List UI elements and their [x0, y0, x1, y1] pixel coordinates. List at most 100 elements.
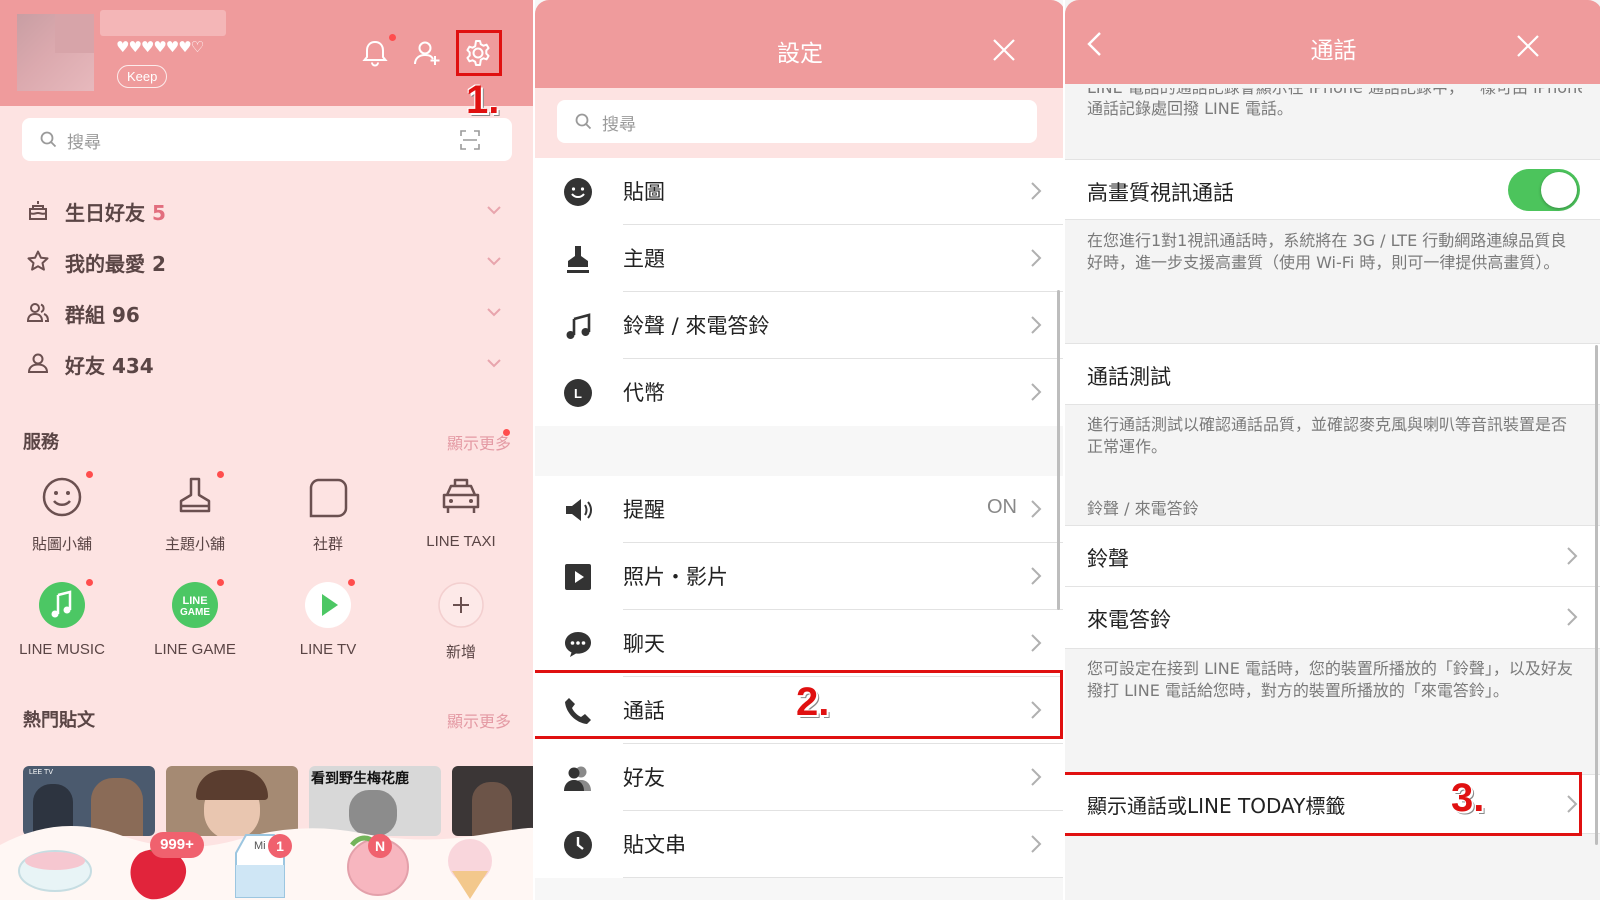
settings-item-label: 好友 [623, 766, 665, 790]
home-search-bar[interactable]: 搜尋 [22, 118, 512, 161]
service-label: LINE GAME [154, 641, 236, 658]
hot-posts-more-link[interactable]: 顯示更多 [447, 708, 511, 732]
decorative-footer [0, 826, 533, 900]
services-title: 服務 [23, 432, 59, 453]
search-placeholder: 搜尋 [602, 115, 636, 135]
new-dot [86, 579, 93, 586]
service-sticker-shop[interactable]: 貼圖小舖 [2, 471, 122, 554]
step3-highlight-frame [1065, 772, 1582, 836]
settings-item-label: 聊天 [623, 632, 665, 656]
settings-item-ringtones[interactable]: 鈴聲 / 來電答鈴 [535, 292, 1063, 359]
service-label: 主題小舖 [164, 536, 225, 553]
more-notification-dot [503, 429, 510, 436]
hot-posts-title: 熱門貼文 [23, 710, 95, 731]
friend-group-groups[interactable]: 群組 96 [22, 292, 502, 332]
settings-item-friends[interactable]: 好友 [535, 744, 1063, 811]
service-line-tv[interactable]: LINE TV [268, 579, 388, 658]
service-label: 貼圖小舖 [31, 536, 92, 553]
plus-icon [438, 582, 484, 628]
new-dot [86, 471, 93, 478]
theme-brush-icon [179, 477, 211, 513]
star-icon [27, 250, 49, 271]
milk-count-badge: 1 [268, 834, 292, 858]
person-icon [27, 353, 49, 373]
hd-video-call-toggle[interactable] [1508, 169, 1580, 211]
ringtone-row[interactable]: 鈴聲 [1065, 525, 1600, 587]
close-icon[interactable] [1515, 33, 1541, 59]
ringback-row[interactable]: 來電答鈴 [1065, 587, 1600, 649]
settings-header: 設定 [535, 0, 1063, 88]
chevron-down-icon [487, 308, 501, 317]
chevron-right-icon [1031, 316, 1042, 334]
search-placeholder: 搜尋 [67, 133, 101, 153]
friend-group-birthday[interactable]: 生日好友 5 [22, 190, 502, 230]
friend-group-favorites[interactable]: 我的最愛 2 [22, 241, 502, 281]
friend-group-friends[interactable]: 好友 434 [22, 343, 502, 383]
settings-item-themes[interactable]: 主題 [535, 225, 1063, 292]
home-screen: ♥♥♥♥♥♥♡ Keep 1. 搜尋 生日好友 5 我的最愛 2 群組 96 好… [0, 0, 533, 900]
scrollbar[interactable] [1595, 345, 1598, 845]
service-line-taxi[interactable]: LINE TAXI [401, 473, 521, 550]
chevron-down-icon [487, 257, 501, 266]
call-test-label: 通話測試 [1087, 365, 1171, 389]
qr-scan-icon[interactable] [460, 130, 480, 150]
settings-search-bar[interactable]: 搜尋 [557, 100, 1037, 143]
home-header: ♥♥♥♥♥♥♡ Keep [0, 0, 533, 106]
step1-number: 1. [466, 78, 500, 122]
call-test-description: 進行通話測試以確認通話品質，並確認麥克風與喇叭等音訊裝置是否正常運作。 [1087, 415, 1568, 456]
step2-number: 2. [796, 680, 830, 724]
thumb-caption: 看到野生梅花鹿 [311, 771, 409, 787]
taxi-icon [442, 478, 480, 513]
profile-avatar[interactable] [17, 14, 94, 91]
settings-screen: 設定 搜尋 貼圖 主題 鈴聲 / 來電答鈴 L 代幣 提醒 ON 照片・影片 聊… [533, 0, 1063, 900]
hd-video-call-row: 高畫質視訊通話 [1065, 159, 1600, 220]
step1-highlight-frame [456, 30, 502, 76]
friend-group-label: 群組 96 [65, 303, 140, 327]
chat-count-badge: 999+ [150, 832, 204, 858]
cake-icon [29, 201, 47, 220]
service-add[interactable]: 新增 [401, 581, 521, 662]
bell-icon[interactable] [360, 38, 390, 68]
call-test-row[interactable]: 通話測試 [1065, 343, 1600, 405]
ringtone-description: 您可設定在接到 LINE 電話時，您的裝置所播放的「鈴聲」，以及好友撥打 LIN… [1087, 659, 1573, 700]
service-label: LINE MUSIC [19, 641, 105, 658]
step3-number: 3. [1451, 776, 1485, 820]
settings-item-photos-videos[interactable]: 照片・影片 [535, 543, 1063, 610]
thumb-tag: LEE TV [29, 769, 53, 776]
hd-video-call-description: 在您進行1對1視訊通話時，系統將在 3G / LTE 行動網路連線品質良好時，進… [1087, 231, 1567, 272]
settings-item-notifications[interactable]: 提醒 ON [535, 476, 1063, 543]
chevron-right-icon [1031, 383, 1042, 401]
service-label: 新增 [445, 644, 476, 661]
news-badge: N [368, 834, 392, 858]
calls-settings-screen: LINE 電話的通話記錄會顯示在 iPhone 通話記錄中，一樣可由 iPhon… [1063, 0, 1600, 900]
friends-icon [564, 766, 591, 791]
speaker-icon [566, 499, 592, 521]
sticker-smiley-icon [564, 178, 592, 206]
settings-item-label: 貼文串 [623, 833, 686, 857]
close-icon[interactable] [991, 37, 1017, 63]
notifications-value: ON [987, 496, 1017, 518]
friend-group-label: 我的最愛 2 [65, 252, 166, 276]
chevron-right-icon [1031, 634, 1042, 652]
theme-brush-icon [567, 246, 589, 273]
add-friend-icon[interactable] [413, 38, 443, 68]
scrollbar[interactable] [1057, 290, 1060, 610]
friend-group-label: 生日好友 5 [65, 201, 166, 225]
settings-title: 設定 [777, 41, 823, 67]
service-theme-shop[interactable]: 主題小舖 [135, 471, 255, 554]
hd-video-call-label: 高畫質視訊通話 [1087, 181, 1234, 205]
svg-text:GAME: GAME [180, 607, 210, 618]
chevron-right-icon [1567, 608, 1578, 626]
keep-button[interactable]: Keep [117, 65, 168, 88]
service-line-music[interactable]: LINE MUSIC [2, 579, 122, 658]
settings-item-chats[interactable]: 聊天 [535, 610, 1063, 677]
service-line-game[interactable]: LINE GAME LINE GAME [135, 579, 255, 658]
settings-item-coins[interactable]: L 代幣 [535, 359, 1063, 426]
chevron-right-icon [1031, 182, 1042, 200]
services-more-link[interactable]: 顯示更多 [447, 430, 511, 454]
line-tv-icon [305, 582, 351, 628]
service-community[interactable]: 社群 [268, 473, 388, 554]
settings-item-timeline[interactable]: 貼文串 [535, 811, 1063, 878]
notification-dot [389, 34, 396, 41]
settings-item-stickers[interactable]: 貼圖 [535, 158, 1063, 225]
